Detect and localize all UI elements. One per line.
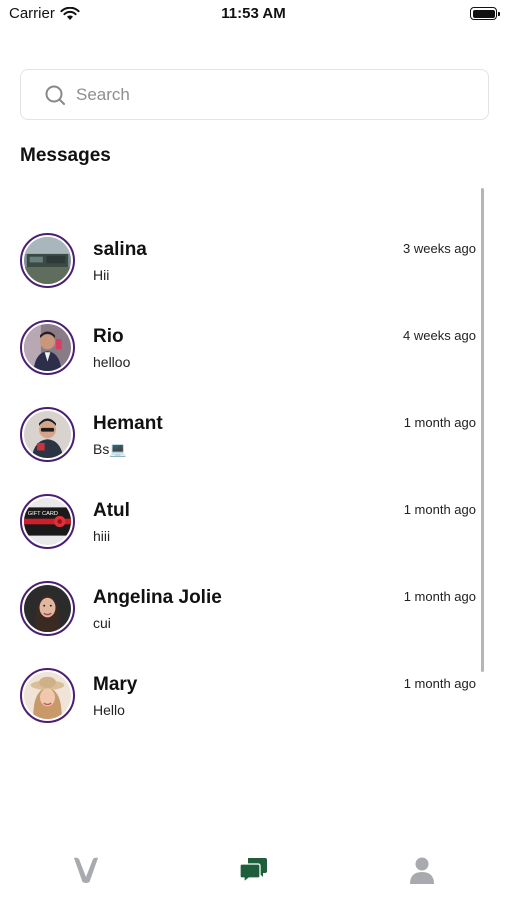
timestamp: 3 weeks ago bbox=[403, 241, 476, 256]
contact-name: Atul bbox=[93, 500, 130, 521]
contact-name: salina bbox=[93, 239, 147, 260]
app-logo-icon bbox=[74, 857, 98, 883]
page-title: Messages bbox=[20, 145, 111, 166]
avatar[interactable] bbox=[20, 581, 75, 636]
landscape-photo bbox=[24, 237, 71, 284]
message-preview: hiii bbox=[93, 528, 111, 544]
conversation-row-angelina-jolie[interactable]: Angelina Jolie cui 1 month ago bbox=[0, 578, 490, 665]
timestamp: 1 month ago bbox=[403, 415, 476, 430]
woman-photo bbox=[24, 585, 71, 632]
conversation-row-rio[interactable]: Rio helloo 4 weeks ago bbox=[0, 317, 490, 404]
tab-home[interactable] bbox=[71, 855, 101, 885]
conversation-list: salina Hii 3 weeks ago Rio helloo 4 week… bbox=[0, 230, 507, 752]
chat-bubbles-icon bbox=[239, 858, 267, 884]
search-icon bbox=[45, 85, 65, 105]
contact-name: Hemant bbox=[93, 413, 163, 434]
person-icon bbox=[410, 857, 434, 884]
contact-name: Angelina Jolie bbox=[93, 587, 222, 608]
conversation-row-atul[interactable]: GIFT CARD Atul hiii 1 month ago bbox=[0, 491, 490, 578]
message-preview: Hello bbox=[93, 702, 125, 718]
contact-name: Mary bbox=[93, 674, 138, 695]
gift-card-label: GIFT CARD bbox=[28, 511, 58, 517]
woman-hat-photo bbox=[24, 672, 71, 719]
message-preview: Hii bbox=[93, 267, 110, 283]
timestamp: 1 month ago bbox=[403, 589, 476, 604]
avatar[interactable] bbox=[20, 407, 75, 462]
clock: 11:53 AM bbox=[221, 5, 286, 22]
search-box[interactable] bbox=[20, 69, 489, 120]
timestamp: 4 weeks ago bbox=[403, 328, 476, 343]
search-input[interactable] bbox=[76, 84, 456, 105]
timestamp: 1 month ago bbox=[403, 502, 476, 517]
message-preview: Bs💻 bbox=[93, 441, 127, 457]
messages-screen: Carrier 11:53 AM Messages bbox=[0, 0, 507, 900]
tab-bar bbox=[0, 845, 507, 900]
status-bar: Carrier 11:53 AM bbox=[0, 0, 507, 30]
battery-level bbox=[472, 9, 495, 18]
avatar[interactable] bbox=[20, 233, 75, 288]
message-preview: helloo bbox=[93, 354, 131, 370]
tab-messages[interactable] bbox=[239, 855, 269, 885]
avatar[interactable] bbox=[20, 320, 75, 375]
man-suit-photo bbox=[24, 324, 71, 371]
gift-card-photo: GIFT CARD bbox=[24, 498, 71, 545]
avatar[interactable] bbox=[20, 668, 75, 723]
tab-profile[interactable] bbox=[407, 855, 437, 885]
conversation-row-mary[interactable]: Mary Hello 1 month ago bbox=[0, 665, 490, 752]
avatar[interactable]: GIFT CARD bbox=[20, 494, 75, 549]
message-preview: cui bbox=[93, 615, 111, 631]
battery-icon bbox=[470, 7, 500, 20]
conversation-row-hemant[interactable]: Hemant Bs💻 1 month ago bbox=[0, 404, 490, 491]
timestamp: 1 month ago bbox=[403, 676, 476, 691]
conversation-row-salina[interactable]: salina Hii 3 weeks ago bbox=[0, 230, 490, 317]
scroll-indicator[interactable] bbox=[481, 188, 484, 672]
contact-name: Rio bbox=[93, 326, 124, 347]
man-photo bbox=[24, 411, 71, 458]
